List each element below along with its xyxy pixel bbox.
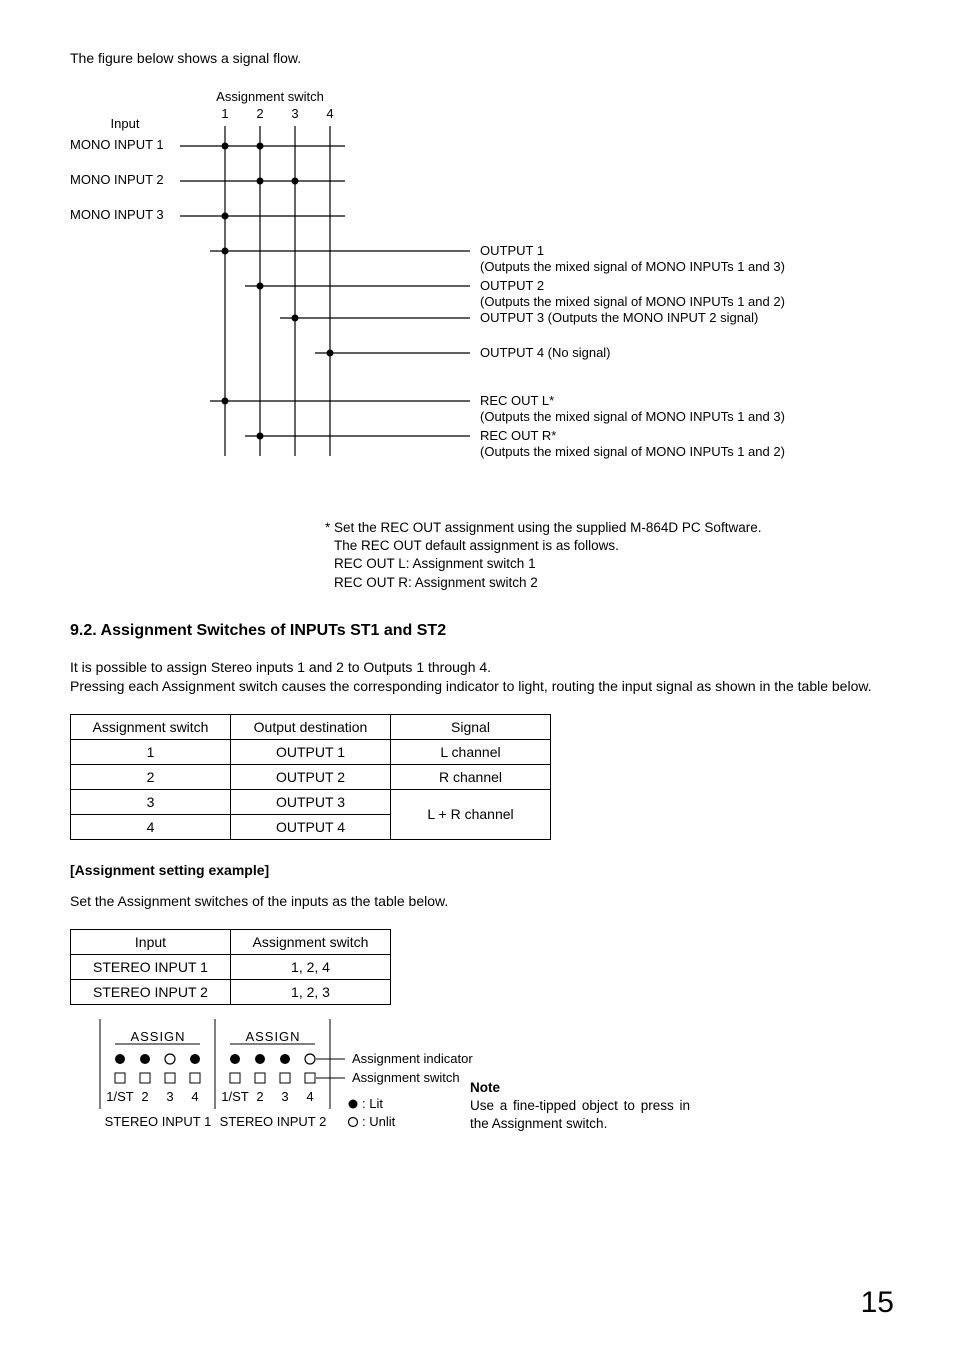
svg-text:3: 3 bbox=[166, 1089, 173, 1104]
switch-icon bbox=[190, 1073, 200, 1083]
svg-text:(Outputs the mixed signal of M: (Outputs the mixed signal of MONO INPUTs… bbox=[480, 444, 785, 459]
led-icon bbox=[115, 1054, 125, 1064]
svg-text:ASSIGN: ASSIGN bbox=[130, 1029, 185, 1044]
svg-text:2: 2 bbox=[141, 1089, 148, 1104]
svg-text:4: 4 bbox=[326, 106, 333, 121]
switch-icon bbox=[115, 1073, 125, 1083]
svg-text:(Outputs the mixed signal of M: (Outputs the mixed signal of MONO INPUTs… bbox=[480, 409, 785, 424]
led-icon bbox=[165, 1054, 175, 1064]
example-heading: [Assignment setting example] bbox=[70, 862, 884, 878]
svg-text:ASSIGN: ASSIGN bbox=[245, 1029, 300, 1044]
example-paragraph: Set the Assignment switches of the input… bbox=[70, 892, 884, 911]
svg-text:OUTPUT 4 (No signal): OUTPUT 4 (No signal) bbox=[480, 345, 611, 360]
switch-icon bbox=[280, 1073, 290, 1083]
diagram-footnote: * Set the REC OUT assignment using the s… bbox=[325, 519, 884, 592]
switch-title: Assignment switch bbox=[216, 89, 324, 104]
table-row: STEREO INPUT 2 1, 2, 3 bbox=[71, 979, 391, 1004]
example-table: Input Assignment switch STEREO INPUT 1 1… bbox=[70, 929, 391, 1005]
svg-text:1/ST: 1/ST bbox=[106, 1089, 134, 1104]
page-number: 15 bbox=[861, 1286, 894, 1320]
svg-text:REC OUT R*: REC OUT R* bbox=[480, 428, 556, 443]
section-heading: 9.2. Assignment Switches of INPUTs ST1 a… bbox=[70, 622, 884, 640]
switch-icon bbox=[140, 1073, 150, 1083]
table-row: 3 OUTPUT 3 L + R channel bbox=[71, 789, 551, 814]
table-row: 2 OUTPUT 2 R channel bbox=[71, 764, 551, 789]
switch-icon bbox=[165, 1073, 175, 1083]
svg-text:OUTPUT 3 (Outputs the MONO INP: OUTPUT 3 (Outputs the MONO INPUT 2 signa… bbox=[480, 310, 758, 325]
led-icon bbox=[280, 1054, 290, 1064]
svg-text:(Outputs the mixed signal of M: (Outputs the mixed signal of MONO INPUTs… bbox=[480, 294, 785, 309]
switch-icon bbox=[255, 1073, 265, 1083]
svg-text:MONO INPUT 3: MONO INPUT 3 bbox=[70, 207, 164, 222]
svg-text:2: 2 bbox=[256, 1089, 263, 1104]
svg-text:: Lit: : Lit bbox=[362, 1096, 383, 1111]
led-icon bbox=[305, 1054, 315, 1064]
svg-text:4: 4 bbox=[306, 1089, 313, 1104]
table-row: STEREO INPUT 1 1, 2, 4 bbox=[71, 954, 391, 979]
assignment-table: Assignment switch Output destination Sig… bbox=[70, 714, 551, 840]
section-paragraph: It is possible to assign Stereo inputs 1… bbox=[70, 658, 884, 696]
svg-text:(Outputs the mixed signal of M: (Outputs the mixed signal of MONO INPUTs… bbox=[480, 259, 785, 274]
svg-text:3: 3 bbox=[281, 1089, 288, 1104]
table-row: 1 OUTPUT 1 L channel bbox=[71, 739, 551, 764]
svg-text:OUTPUT 2: OUTPUT 2 bbox=[480, 278, 544, 293]
switch-icon bbox=[305, 1073, 315, 1083]
svg-text:2: 2 bbox=[256, 106, 263, 121]
svg-text:4: 4 bbox=[191, 1089, 198, 1104]
svg-text:OUTPUT 1: OUTPUT 1 bbox=[480, 243, 544, 258]
led-icon bbox=[140, 1054, 150, 1064]
annot-indicator: Assignment indicator bbox=[352, 1051, 473, 1066]
legend-unlit-icon bbox=[349, 1117, 358, 1126]
svg-text:MONO INPUT 1: MONO INPUT 1 bbox=[70, 137, 164, 152]
led-icon bbox=[190, 1054, 200, 1064]
svg-text:: Unlit: : Unlit bbox=[362, 1114, 396, 1129]
svg-text:1/ST: 1/ST bbox=[221, 1089, 249, 1104]
intro-text: The figure below shows a signal flow. bbox=[70, 50, 884, 66]
svg-text:1: 1 bbox=[221, 106, 228, 121]
input-header: Input bbox=[111, 116, 140, 131]
svg-text:STEREO INPUT 1: STEREO INPUT 1 bbox=[105, 1114, 212, 1129]
svg-text:MONO INPUT 2: MONO INPUT 2 bbox=[70, 172, 164, 187]
led-icon bbox=[255, 1054, 265, 1064]
legend-lit-icon bbox=[349, 1099, 358, 1108]
assign-panel-diagram: ASSIGN ASSIGN 1/ST 2 3 4 bbox=[70, 1019, 430, 1142]
svg-text:REC OUT L*: REC OUT L* bbox=[480, 393, 554, 408]
signal-flow-diagram: Assignment switch 1 2 3 4 Input MONO INP… bbox=[70, 86, 870, 499]
svg-text:3: 3 bbox=[291, 106, 298, 121]
switch-icon bbox=[230, 1073, 240, 1083]
svg-text:STEREO INPUT 2: STEREO INPUT 2 bbox=[220, 1114, 327, 1129]
annot-switch: Assignment switch bbox=[352, 1070, 460, 1085]
led-icon bbox=[230, 1054, 240, 1064]
